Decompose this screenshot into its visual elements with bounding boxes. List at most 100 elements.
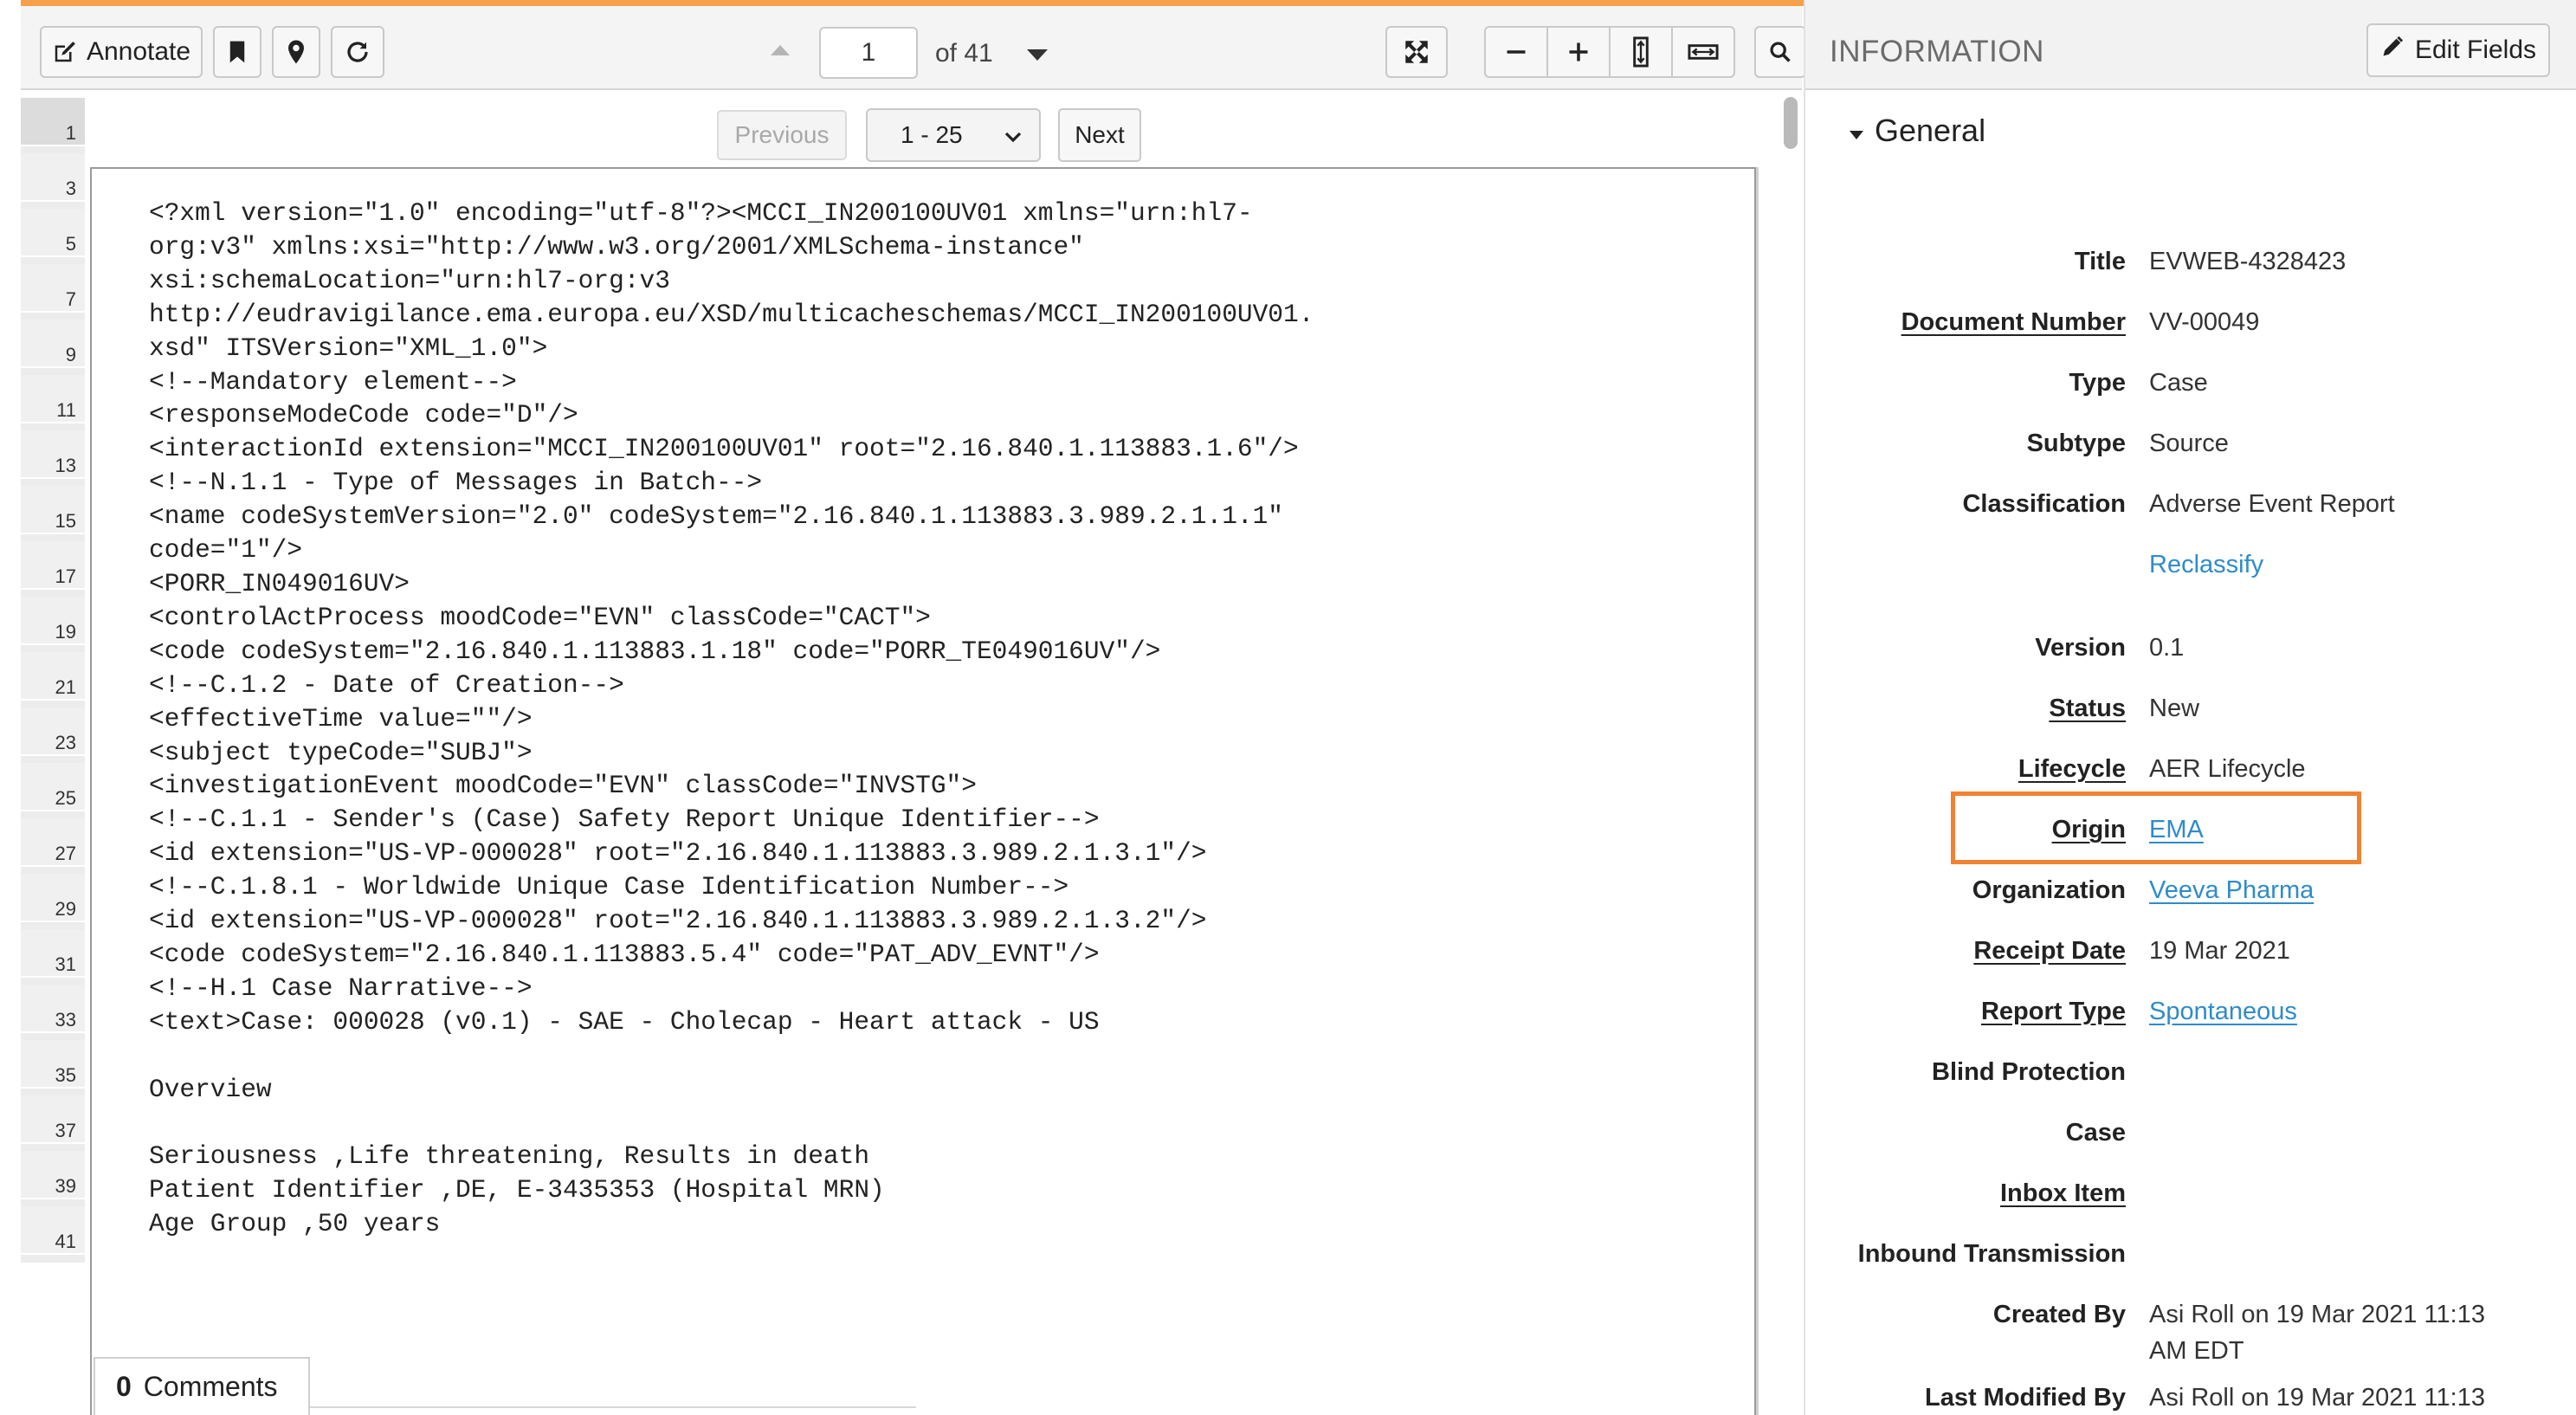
general-section-title: General (1875, 113, 1986, 148)
field-label-version: Version (2035, 634, 2126, 662)
field-value-origin-link[interactable]: EMA (2149, 816, 2204, 844)
page-number-input[interactable] (819, 27, 918, 79)
fit-width-icon (1687, 39, 1720, 65)
field-label-status: Status (2049, 695, 2126, 722)
field-label-last-modified-by: Last Modified By (1924, 1384, 2126, 1412)
comments-label: Comments (143, 1371, 278, 1402)
field-value-created-by-line2: AM EDT (2149, 1337, 2244, 1365)
page-thumbnail-rail: 1 3 5 7 9 11 13 15 17 19 21 23 25 27 29 31 33 35 37 39 41 (21, 98, 85, 1263)
annotate-button[interactable]: Annotate (40, 26, 203, 78)
page-thumbnail-21[interactable]: 21 (21, 652, 85, 701)
page-thumbnail-3[interactable]: 3 (21, 153, 85, 202)
fit-height-button[interactable] (1609, 26, 1673, 78)
page-thumbnail-27[interactable]: 27 (21, 818, 85, 867)
previous-button[interactable]: Previous (717, 110, 847, 160)
field-value-last-modified-by: Asi Roll on 19 Mar 2021 11:13 (2149, 1384, 2485, 1412)
document-line: <!--C.1.1 - Sender's (Case) Safety Repor… (149, 804, 1100, 835)
page-thumbnail-41[interactable]: 41 (21, 1206, 85, 1255)
document-line: http://eudravigilance.ema.europa.eu/XSD/… (149, 299, 1314, 329)
field-label-type: Type (2069, 369, 2126, 397)
page-thumbnail-39[interactable]: 39 (21, 1151, 85, 1199)
edit-fields-button[interactable]: Edit Fields (2366, 23, 2550, 77)
next-button[interactable]: Next (1058, 108, 1141, 162)
document-line: <code codeSystem="2.16.840.1.113883.1.18… (149, 636, 1161, 666)
map-pin-icon (286, 39, 307, 65)
page-thumbnail-33[interactable]: 33 (21, 985, 85, 1033)
page-thumbnail-35[interactable]: 35 (21, 1040, 85, 1089)
field-label-report-type: Report Type (1980, 998, 2126, 1025)
page-thumbnail-5[interactable]: 5 (21, 209, 85, 257)
field-value-lifecycle: AER Lifecycle (2149, 755, 2306, 783)
document-line: <!--C.1.2 - Date of Creation--> (149, 669, 624, 700)
zoom-out-button[interactable] (1484, 26, 1548, 78)
page-count: of 41 (935, 39, 993, 68)
search-button[interactable] (1754, 26, 1806, 78)
page-thumbnail-19[interactable]: 19 (21, 597, 85, 645)
document-line: Seriousness ,Life threatening, Results i… (149, 1141, 870, 1172)
zoom-in-button[interactable] (1546, 26, 1611, 78)
field-label-subtype: Subtype (2026, 430, 2126, 457)
viewer-scrollbar[interactable] (1784, 97, 1798, 149)
document-line: Patient Identifier ,DE, E-3435353 (Hospi… (149, 1175, 885, 1205)
minus-icon (1504, 40, 1528, 64)
comments-tab[interactable]: 0 Comments (94, 1357, 310, 1415)
field-label-organization: Organization (1972, 876, 2126, 904)
field-label-created-by: Created By (1992, 1301, 2126, 1328)
page-range-select[interactable]: 1 - 25 (866, 108, 1041, 162)
fit-width-button[interactable] (1671, 26, 1735, 78)
page-range-value: 1 - 25 (901, 121, 963, 148)
bookmark-button[interactable] (213, 26, 261, 78)
document-page-edge (1756, 167, 1759, 1415)
page-thumbnail-1[interactable]: 1 (21, 98, 85, 146)
document-line: <controlActProcess moodCode="EVN" classC… (149, 602, 931, 632)
document-line: <investigationEvent moodCode="EVN" class… (149, 771, 977, 801)
annotate-label: Annotate (86, 37, 191, 66)
page-thumbnail-7[interactable]: 7 (21, 264, 85, 313)
search-icon (1768, 40, 1792, 64)
page-thumbnail-9[interactable]: 9 (21, 320, 85, 368)
document-text: <?xml version="1.0" encoding="utf-8"?><M… (149, 197, 1314, 1241)
expand-arrows-icon (1402, 37, 1431, 67)
edit-fields-label: Edit Fields (2414, 36, 2537, 64)
general-section-toggle[interactable]: General (1849, 113, 1985, 149)
caret-down-icon (1849, 113, 1864, 149)
reclassify-link[interactable]: Reclassify (2149, 551, 2263, 579)
fit-height-icon (1628, 36, 1654, 68)
field-value-created-by: Asi Roll on 19 Mar 2021 11:13 (2149, 1301, 2485, 1328)
field-label-inbound-transmission: Inbound Transmission (1857, 1240, 2126, 1268)
refresh-button[interactable] (331, 26, 384, 78)
page-thumbnail-25[interactable]: 25 (21, 763, 85, 811)
field-value-report-type-link[interactable]: Spontaneous (2149, 998, 2297, 1026)
document-line: code="1"/> (149, 535, 303, 565)
fullscreen-button[interactable] (1385, 26, 1448, 78)
location-pin-button[interactable] (272, 26, 320, 78)
page-thumbnail-15[interactable]: 15 (21, 486, 85, 534)
bottom-divider (310, 1406, 916, 1408)
document-line: xsi:schemaLocation="urn:hl7-org:v3 (149, 265, 670, 295)
information-title: INFORMATION (1830, 35, 2044, 68)
page-thumbnail-17[interactable]: 17 (21, 541, 85, 590)
page-thumbnail-31[interactable]: 31 (21, 929, 85, 978)
page-thumbnail-11[interactable]: 11 (21, 375, 85, 423)
document-line: <code codeSystem="2.16.840.1.113883.5.4"… (149, 939, 1100, 969)
document-line: <!--Mandatory element--> (149, 366, 517, 397)
document-line: <?xml version="1.0" encoding="utf-8"?><M… (149, 198, 1253, 228)
page-thumbnail-23[interactable]: 23 (21, 708, 85, 756)
field-label-receipt-date: Receipt Date (1973, 937, 2126, 965)
field-value-organization-link[interactable]: Veeva Pharma (2149, 876, 2314, 905)
field-label-classification: Classification (1962, 490, 2126, 518)
bookmark-icon (228, 40, 247, 64)
previous-page-arrow-icon[interactable] (771, 45, 790, 55)
field-value-document-number: VV-00049 (2149, 308, 2260, 336)
page-thumbnail-37[interactable]: 37 (21, 1095, 85, 1144)
document-line: <!--N.1.1 - Type of Messages in Batch--> (149, 468, 763, 498)
edit-icon (52, 39, 78, 65)
page-thumbnail-29[interactable]: 29 (21, 874, 85, 922)
next-page-arrow-icon[interactable] (1027, 49, 1048, 61)
document-line: <id extension="US-VP-000028" root="2.16.… (149, 906, 1207, 936)
panel-divider (1804, 0, 1805, 1415)
field-value-title: EVWEB-4328423 (2149, 248, 2347, 275)
plus-icon (1566, 40, 1591, 64)
field-value-type: Case (2149, 369, 2208, 397)
page-thumbnail-13[interactable]: 13 (21, 430, 85, 479)
